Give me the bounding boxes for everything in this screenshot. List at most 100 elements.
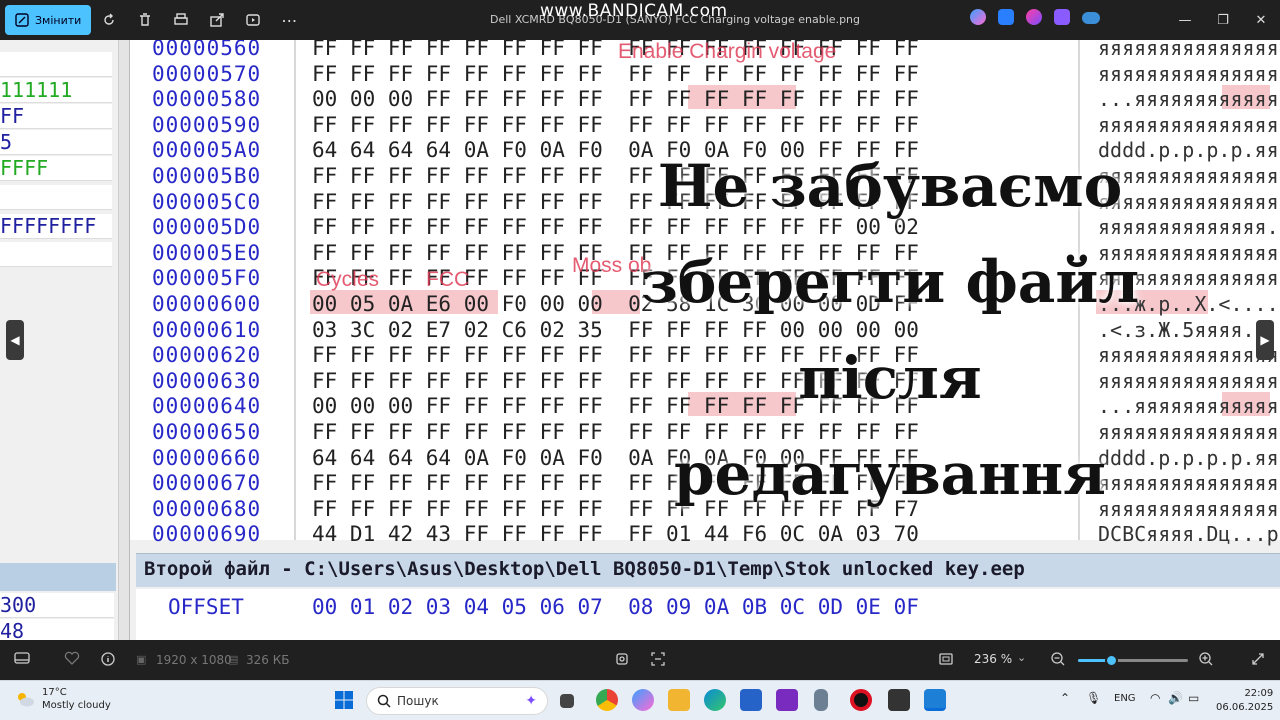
offset-cell: 000005A0	[152, 138, 262, 163]
store-icon[interactable]	[740, 689, 762, 711]
search-placeholder: Пошук	[397, 694, 439, 708]
bandicam-watermark: www.BANDICAM.com	[540, 1, 728, 21]
weather-desc: Mostly cloudy	[42, 700, 111, 711]
left-row: FF	[0, 104, 112, 129]
zoom-slider[interactable]	[1078, 654, 1188, 667]
weather-temp: 17°C	[42, 687, 67, 698]
visual-search-icon[interactable]	[650, 651, 666, 670]
slideshow-icon[interactable]	[235, 5, 271, 35]
info-icon[interactable]	[100, 651, 116, 670]
wifi-icon[interactable]: ◠	[1150, 691, 1160, 705]
next-image-button[interactable]: ▶	[1256, 320, 1274, 360]
delete-icon[interactable]	[127, 5, 163, 35]
left-bottom-row: 300	[0, 593, 114, 618]
start-button[interactable]	[334, 690, 354, 714]
offset-columns: 00 01 02 03 04 05 06 07 08 09 0A 0B 0C 0…	[312, 595, 919, 619]
offset-cell: 00000560	[152, 40, 262, 60]
windows-taskbar: 17°C Mostly cloudy Пошук ✦ ⌃ 🎙 ENG ◠ 🔊 ▭	[0, 680, 1280, 720]
offset-cell: 000005B0	[152, 164, 262, 188]
microphone-icon[interactable]: 🎙	[1086, 691, 1101, 705]
copilot-icon[interactable]	[970, 9, 986, 25]
zoom-level[interactable]: 236 %	[974, 652, 1012, 666]
copilot-taskbar-icon[interactable]	[632, 689, 654, 711]
favorite-icon[interactable]	[64, 651, 80, 668]
left-row: 5	[0, 130, 112, 155]
overlay-line: після	[798, 344, 982, 412]
battery-icon[interactable]: ▭	[1188, 691, 1199, 705]
language-indicator[interactable]: ENG	[1114, 693, 1136, 704]
image-dimensions: 1920 x 1080	[156, 653, 232, 667]
offset-cell: 00000580	[152, 87, 262, 112]
gallery-icon[interactable]	[1054, 9, 1070, 25]
left-row: FFFFFFFF	[0, 214, 112, 239]
designer-icon[interactable]	[998, 9, 1014, 25]
overlay-line: редагування	[674, 440, 1106, 508]
print-icon[interactable]	[163, 5, 199, 35]
offset-header-row: OFFSET 00 01 02 03 04 05 06 07 08 09 0A …	[136, 589, 1280, 640]
hex-row: FF FF FF FF FF FF FF FF FF FF FF FF FF F…	[312, 61, 919, 86]
media-icon[interactable]	[776, 689, 798, 711]
windows-icon	[335, 691, 353, 709]
zoom-in-icon[interactable]	[1198, 651, 1214, 670]
dimensions-icon: ▣	[136, 653, 147, 666]
edit-button[interactable]: Змінити	[5, 5, 92, 35]
clock-time: 22:09	[1244, 688, 1274, 699]
photos-icon[interactable]	[924, 689, 946, 711]
file-explorer-icon[interactable]	[668, 689, 690, 711]
second-file-path: Второй файл - C:\Users\Asus\Desktop\Dell…	[144, 558, 1025, 580]
overlay-caption: Не забуваємо зберегти файл після редагув…	[640, 138, 1140, 522]
ascii-row: яяяяяяяяяяяяяяяя	[1098, 61, 1280, 86]
bandicam-icon[interactable]	[850, 689, 872, 711]
cycles-label: Cycles	[316, 268, 380, 291]
ascii-row: ...яяяяяяяяяяяяя	[1098, 87, 1280, 112]
weather-widget[interactable]: 17°C Mostly cloudy	[14, 686, 111, 712]
hex-row: FF FF FF FF FF FF FF FF FF FF FF FF FF F…	[312, 112, 919, 137]
offset-cell: 00000610	[152, 317, 262, 342]
chevron-down-icon[interactable]: ⌄	[1017, 651, 1026, 664]
search-icon	[377, 694, 391, 708]
close-button[interactable]: ✕	[1242, 0, 1280, 40]
viewer-toolbar: ▣ 1920 x 1080 ▤ 326 КБ 236 % ⌄	[0, 640, 1280, 680]
rotate-icon[interactable]	[91, 5, 127, 35]
left-row: 111111	[0, 78, 112, 103]
volume-icon[interactable]: 🔊	[1168, 691, 1183, 705]
ascii-row: яяяяяяяяяяяяяяяя	[1098, 112, 1280, 137]
fit-to-window-icon[interactable]	[938, 651, 954, 670]
edit-icon	[15, 13, 29, 27]
clock[interactable]: 22:09 06.06.2025	[1216, 687, 1273, 715]
fullscreen-icon[interactable]	[1250, 651, 1266, 670]
app-icon[interactable]	[888, 689, 910, 711]
share-icon[interactable]	[199, 5, 235, 35]
zoom-slider-knob[interactable]	[1105, 654, 1118, 667]
taskview-icon[interactable]	[560, 694, 574, 708]
offset-cell: 000005C0	[152, 189, 262, 214]
filmstrip-icon[interactable]	[14, 651, 30, 668]
minimize-button[interactable]: —	[1166, 0, 1204, 40]
more-icon[interactable]: ⋯	[271, 5, 307, 35]
previous-image-button[interactable]: ◀	[6, 320, 24, 360]
edge-icon[interactable]	[704, 689, 726, 711]
offset-cell: 00000690	[152, 522, 262, 547]
overlay-line: Не забуваємо	[657, 152, 1123, 220]
zoom-out-icon[interactable]	[1050, 651, 1066, 670]
offset-label: OFFSET	[168, 595, 244, 619]
crop-icon[interactable]	[614, 651, 630, 670]
chrome-icon[interactable]	[596, 689, 618, 711]
file-size: 326 КБ	[246, 653, 290, 667]
cloud-icon[interactable]	[1082, 12, 1100, 24]
offset-cell: 000005F0	[152, 266, 262, 291]
ascii-row: DCBCяяяя.Dц...p	[1098, 522, 1279, 547]
offset-cell: 00000650	[152, 420, 262, 444]
offset-cell: 00000660	[152, 445, 262, 470]
usb-icon[interactable]	[814, 689, 828, 711]
chevron-up-icon[interactable]: ⌃	[1060, 691, 1070, 705]
taskbar-search[interactable]: Пошук ✦	[366, 687, 548, 715]
panel-divider	[118, 40, 130, 640]
fcc-label: FCC	[426, 268, 470, 291]
clipchamp-icon[interactable]	[1026, 9, 1042, 25]
offset-column: 00000560 00000570 00000580 00000590 000005A0…	[152, 40, 292, 546]
offset-cell: 00000640	[152, 394, 262, 419]
hex-row: 00 00 00 FF FF FF FF FF FF FF FF FF FF F…	[312, 87, 919, 112]
maximize-button[interactable]: ❐	[1204, 0, 1242, 40]
left-bottom-row: 48	[0, 619, 114, 640]
